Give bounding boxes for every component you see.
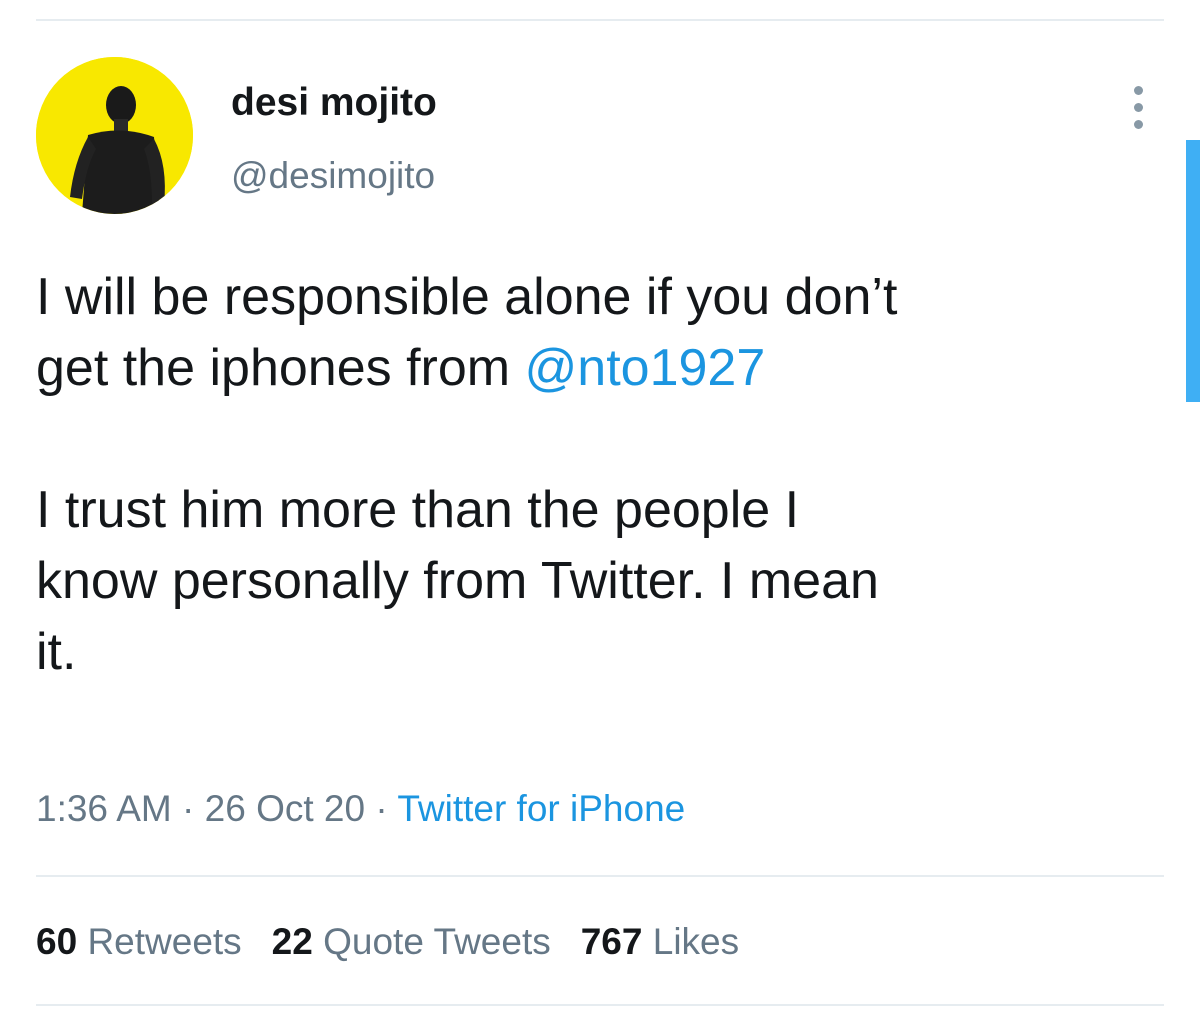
tweet-line: I will be responsible alone if you don’t — [36, 268, 898, 326]
mention-link[interactable]: @nto1927 — [525, 339, 766, 397]
retweets-label: Retweets — [87, 921, 242, 962]
tweet-date[interactable]: 26 Oct 20 — [205, 788, 365, 829]
retweets-count: 60 — [36, 921, 78, 962]
tweet-source-link[interactable]: Twitter for iPhone — [397, 788, 685, 829]
tweet-line: it. — [36, 623, 77, 681]
profile-photo-icon — [36, 57, 193, 214]
likes-label: Likes — [652, 921, 740, 962]
tweet-time[interactable]: 1:36 AM — [36, 788, 172, 829]
quote-tweets-label: Quote Tweets — [323, 921, 551, 962]
retweets-stat[interactable]: 60 Retweets — [36, 917, 242, 967]
tweet-line: know personally from Twitter. I mean — [36, 552, 879, 610]
engagement-stats: 60 Retweets 22 Quote Tweets 767 Likes — [36, 917, 769, 967]
likes-count: 767 — [580, 921, 643, 962]
quote-tweets-stat[interactable]: 22 Quote Tweets — [272, 917, 551, 967]
likes-stat[interactable]: 767 Likes — [581, 917, 739, 967]
tweet-text: I will be responsible alone if you don’t… — [36, 262, 1176, 688]
more-vertical-icon[interactable] — [1122, 82, 1156, 134]
tweet-text-fragment: get the iphones from — [36, 339, 525, 397]
display-name[interactable]: desi mojito — [231, 80, 437, 126]
quote-tweets-count: 22 — [271, 921, 313, 962]
tweet-meta: 1:36 AM · 26 Oct 20 · Twitter for iPhone — [36, 784, 685, 834]
meta-separator: · — [365, 788, 398, 829]
user-handle[interactable]: @desimojito — [231, 153, 435, 199]
tweet-line: get the iphones from @nto1927 — [36, 333, 1176, 404]
scrollbar[interactable] — [1186, 140, 1200, 402]
avatar[interactable] — [36, 57, 193, 214]
top-divider — [36, 19, 1164, 21]
meta-separator: · — [171, 788, 205, 829]
stats-divider — [36, 1004, 1164, 1006]
tweet-line: I trust him more than the people I — [36, 481, 800, 539]
meta-divider — [36, 875, 1164, 877]
